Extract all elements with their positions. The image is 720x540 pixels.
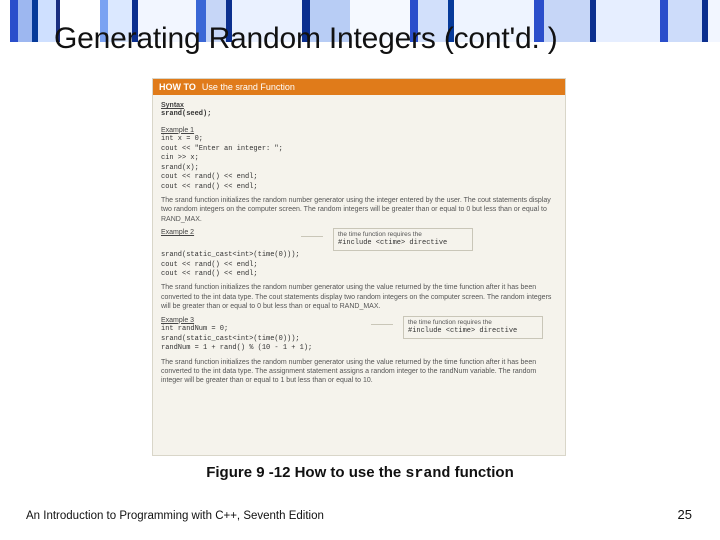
slide-title: Generating Random Integers (cont'd. ) (54, 22, 558, 56)
howto-desc: Use the srand Function (202, 82, 295, 92)
example2-code: srand(static_cast<int>(time(0))); cout <… (161, 251, 557, 279)
example1-code: int x = 0; cout << "Enter an integer: ";… (161, 135, 557, 192)
connector-line (301, 236, 323, 237)
syntax-label: Syntax (161, 101, 557, 110)
example3-label: Example 3 (161, 316, 194, 325)
ctime-note-2: the time function requires the #include … (403, 316, 543, 339)
figure-caption: Figure 9 -12 How to use the srand functi… (0, 464, 720, 482)
example1-description: The srand function initializes the rando… (161, 196, 557, 224)
ctime-note-1: the time function requires the #include … (333, 228, 473, 251)
howto-header: HOW TO Use the srand Function (153, 79, 565, 95)
example2-label: Example 2 (161, 228, 194, 237)
syntax-code: srand(seed); (161, 110, 557, 119)
example2-row: Example 2 the time function requires the… (161, 228, 557, 251)
howto-figure: HOW TO Use the srand Function Syntax sra… (152, 78, 566, 456)
howto-content: Syntax srand(seed); Example 1 int x = 0;… (153, 95, 565, 392)
example3-code: int randNum = 0; srand(static_cast<int>(… (161, 325, 361, 353)
page-number: 25 (678, 507, 692, 522)
example1-label: Example 1 (161, 126, 194, 135)
howto-pill: HOW TO (159, 82, 196, 92)
footer-book-title: An Introduction to Programming with C++,… (26, 510, 324, 522)
example3-row: Example 3 int randNum = 0; srand(static_… (161, 316, 557, 354)
example2-description: The srand function initializes the rando… (161, 283, 557, 311)
connector-line (371, 324, 393, 325)
example3-description: The srand function initializes the rando… (161, 358, 557, 386)
